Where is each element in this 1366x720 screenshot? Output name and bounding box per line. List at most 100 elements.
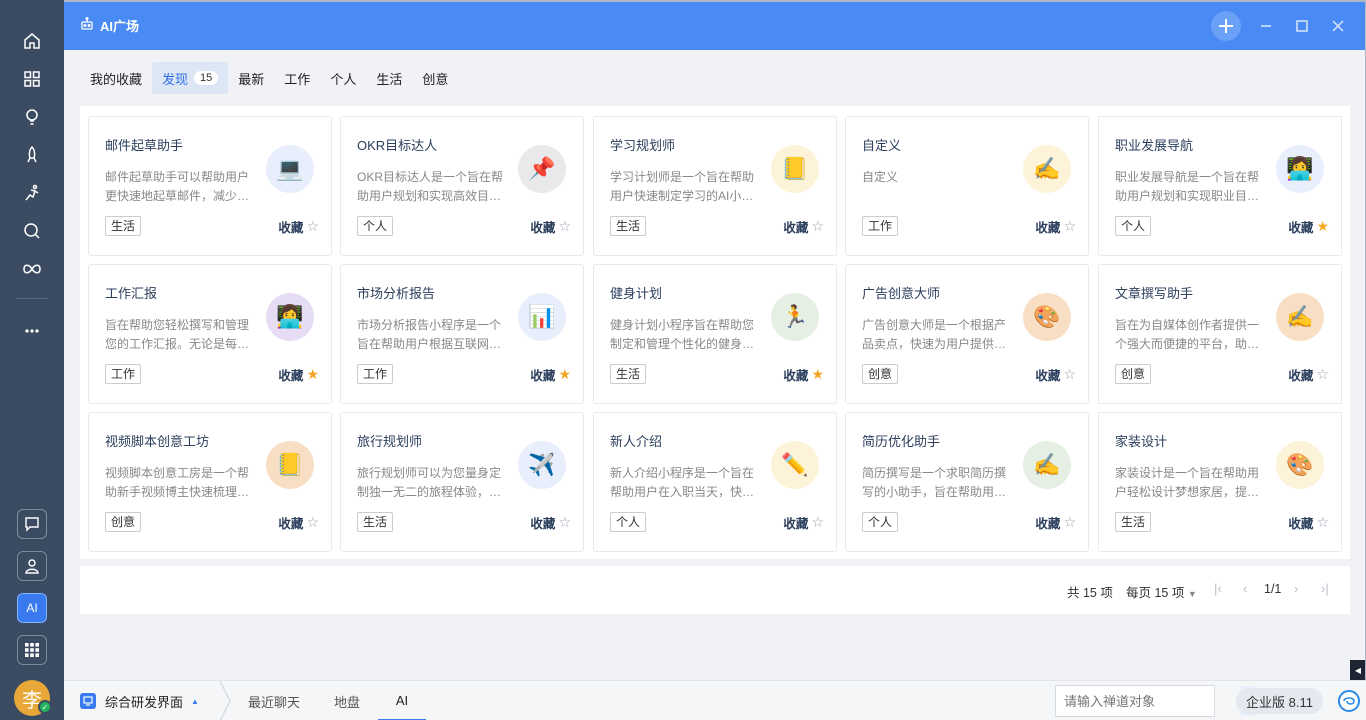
- tab-creative[interactable]: 创意: [412, 62, 458, 94]
- card-title: 邮件起草助手: [105, 138, 184, 153]
- favorite-button[interactable]: 收藏 ☆: [1288, 513, 1329, 532]
- card-tag: 个人: [862, 512, 899, 532]
- ai-nav-button[interactable]: AI: [17, 593, 47, 623]
- app-card[interactable]: OKR目标达人 OKR目标达人是一个旨在帮助用户规划和实现高效目… 📌 个人 收藏 ☆: [340, 116, 584, 256]
- favorite-button[interactable]: 收藏 ☆: [783, 217, 824, 236]
- lightbulb-icon[interactable]: [19, 104, 45, 130]
- first-page-icon[interactable]: |‹: [1214, 581, 1222, 596]
- rocket-icon[interactable]: [19, 142, 45, 168]
- tab-personal[interactable]: 个人: [320, 62, 366, 94]
- writing-hand-icon: ✍️: [1023, 145, 1071, 193]
- tab-work[interactable]: 工作: [274, 62, 320, 94]
- home-icon[interactable]: [19, 28, 45, 54]
- app-launcher-icon[interactable]: [17, 635, 47, 665]
- favorite-button[interactable]: 收藏 ☆: [278, 217, 319, 236]
- app-card[interactable]: 市场分析报告 市场分析报告小程序是一个旨在帮助用户根据互联网… 📊 工作 收藏 ★: [340, 264, 584, 404]
- add-icon[interactable]: [1211, 11, 1241, 41]
- app-card[interactable]: 职业发展导航 职业发展导航是一个旨在帮助用户规划和实现职业目… 👩‍💻 个人 收藏 ★: [1098, 116, 1342, 256]
- robot-icon: [80, 17, 94, 34]
- favorite-button[interactable]: 收藏 ★: [278, 365, 319, 384]
- search-input[interactable]: [1056, 686, 1240, 716]
- app-card[interactable]: 健身计划 健身计划小程序旨在帮助您制定和管理个性化的健身… 🏃 生活 收藏 ★: [593, 264, 837, 404]
- last-page-icon[interactable]: ›|: [1321, 581, 1329, 596]
- office-worker-icon: 👩‍💻: [1276, 145, 1324, 193]
- favorite-button[interactable]: 收藏 ☆: [278, 513, 319, 532]
- app-card[interactable]: 邮件起草助手邮件起草助手可以帮助用户更快速地起草邮件，减少… 💻 生活 收藏 ☆: [88, 116, 332, 256]
- notebook-icon: 📒: [771, 145, 819, 193]
- chat-icon[interactable]: [17, 509, 47, 539]
- app-card[interactable]: 文章撰写助手 旨在为自媒体创作者提供一个强大而便捷的平台，助… ✍️ 创意 收藏 ☆: [1098, 264, 1342, 404]
- writing-hand-icon: ✍️: [1023, 441, 1071, 489]
- close-icon[interactable]: [1328, 16, 1348, 36]
- card-tag: 创意: [862, 364, 899, 384]
- app-card[interactable]: 工作汇报 旨在帮助您轻松撰写和管理您的工作汇报。无论是每… 👩‍💻 工作 收藏 ★: [88, 264, 332, 404]
- apps-grid-icon[interactable]: [19, 66, 45, 92]
- favorite-button[interactable]: 收藏 ☆: [1035, 365, 1076, 384]
- favorite-button[interactable]: 收藏 ★: [1288, 217, 1329, 236]
- app-card[interactable]: 家装设计 家装设计是一个旨在帮助用户轻松设计梦想家居，提… 🎨 生活 收藏 ☆: [1098, 412, 1342, 552]
- workspace-switcher[interactable]: 综合研发界面 ▲: [80, 681, 199, 720]
- app-card[interactable]: 自定义 自定义 ✍️ 工作 收藏 ☆: [845, 116, 1089, 256]
- chevron-down-icon: ▼: [1187, 589, 1197, 599]
- collapse-panel-icon[interactable]: ◀: [1350, 660, 1366, 680]
- star-icon: ★: [306, 366, 319, 382]
- more-icon[interactable]: [19, 318, 45, 344]
- app-card[interactable]: 旅行规划师 旅行规划师可以为您量身定制独一无二的旅程体验，… ✈️ 生活 收藏 ☆: [340, 412, 584, 552]
- runner-icon[interactable]: [19, 180, 45, 206]
- favorite-button[interactable]: 收藏 ☆: [1288, 365, 1329, 384]
- favorite-button[interactable]: 收藏 ☆: [1035, 217, 1076, 236]
- star-icon: ☆: [306, 514, 319, 530]
- tab-ai[interactable]: AI: [378, 681, 426, 720]
- app-card[interactable]: 视频脚本创意工坊 视频脚本创意工房是一个帮助新手视频博主快速梳理… 📒 创意 收藏 ☆: [88, 412, 332, 552]
- total-count: 共 15 项: [1067, 586, 1113, 600]
- card-description: 广告创意大师是一个根据产品卖点，快速为用户提供…: [862, 318, 1007, 351]
- app-card[interactable]: 新人介绍 新人介绍小程序是一个旨在帮助用户在入职当天，快… ✏️ 个人 收藏 ☆: [593, 412, 837, 552]
- card-description: 邮件起草助手可以帮助用户更快速地起草邮件，减少…: [105, 170, 250, 203]
- card-tag: 生活: [105, 216, 142, 236]
- version-badge: 企业版 8.11: [1236, 688, 1323, 714]
- search-icon[interactable]: [19, 218, 45, 244]
- star-icon: ☆: [1063, 514, 1076, 530]
- next-page-icon[interactable]: ›: [1294, 581, 1298, 596]
- tab-my-space[interactable]: 地盘: [334, 681, 360, 720]
- zentao-logo-icon[interactable]: [1338, 690, 1360, 712]
- category-tabs: 我的收藏 发现 15 最新 工作 个人 生活 创意: [80, 62, 458, 94]
- tab-recent-chats[interactable]: 最近聊天: [248, 681, 300, 720]
- card-tag: 个人: [1115, 216, 1152, 236]
- favorite-label: 收藏: [783, 221, 809, 235]
- card-tag: 工作: [357, 364, 394, 384]
- favorite-button[interactable]: 收藏 ★: [783, 365, 824, 384]
- favorite-button[interactable]: 收藏 ☆: [1035, 513, 1076, 532]
- tab-latest[interactable]: 最新: [228, 62, 274, 94]
- card-emoji: 💻: [276, 156, 304, 181]
- app-card[interactable]: 广告创意大师 广告创意大师是一个根据产品卖点，快速为用户提供… 🎨 创意 收藏 ☆: [845, 264, 1089, 404]
- tab-favorites[interactable]: 我的收藏: [80, 62, 152, 94]
- favorite-button[interactable]: 收藏 ☆: [530, 513, 571, 532]
- favorite-label: 收藏: [278, 517, 304, 531]
- app-card[interactable]: 简历优化助手 简历撰写是一个求职简历撰写的小助手，旨在帮助用… ✍️ 个人 收藏 ☆: [845, 412, 1089, 552]
- tab-life[interactable]: 生活: [366, 62, 412, 94]
- star-icon: ☆: [558, 218, 571, 234]
- prev-page-icon[interactable]: ‹: [1243, 581, 1247, 596]
- card-title: 学习规划师: [610, 138, 676, 153]
- favorite-label: 收藏: [530, 369, 556, 383]
- airplane-icon: ✈️: [518, 441, 566, 489]
- card-description: 旨在帮助您轻松撰写和管理您的工作汇报。无论是每…: [105, 318, 250, 351]
- infinity-icon[interactable]: [19, 256, 45, 282]
- app-card[interactable]: 学习规划师 学习计划师是一个旨在帮助用户快速制定学习的AI小… 📒 生活 收藏 ☆: [593, 116, 837, 256]
- card-emoji: ✍️: [1033, 156, 1061, 181]
- card-description: 学习计划师是一个旨在帮助用户快速制定学习的AI小…: [610, 170, 755, 203]
- page-size-select[interactable]: 每页 15 项 ▼: [1126, 582, 1197, 601]
- favorite-button[interactable]: 收藏 ☆: [783, 513, 824, 532]
- favorite-button[interactable]: 收藏 ★: [530, 365, 571, 384]
- tab-label: 创意: [422, 71, 449, 87]
- maximize-icon[interactable]: [1292, 16, 1312, 36]
- card-emoji: ✍️: [1033, 452, 1061, 477]
- tab-discover[interactable]: 发现 15: [152, 62, 229, 94]
- user-icon[interactable]: [17, 551, 47, 581]
- minimize-icon[interactable]: [1256, 16, 1276, 36]
- card-title: 视频脚本创意工坊: [105, 434, 210, 449]
- card-description: 旅行规划师可以为您量身定制独一无二的旅程体验，…: [357, 466, 502, 499]
- favorite-button[interactable]: 收藏 ☆: [530, 217, 571, 236]
- favorite-label: 收藏: [1035, 517, 1061, 531]
